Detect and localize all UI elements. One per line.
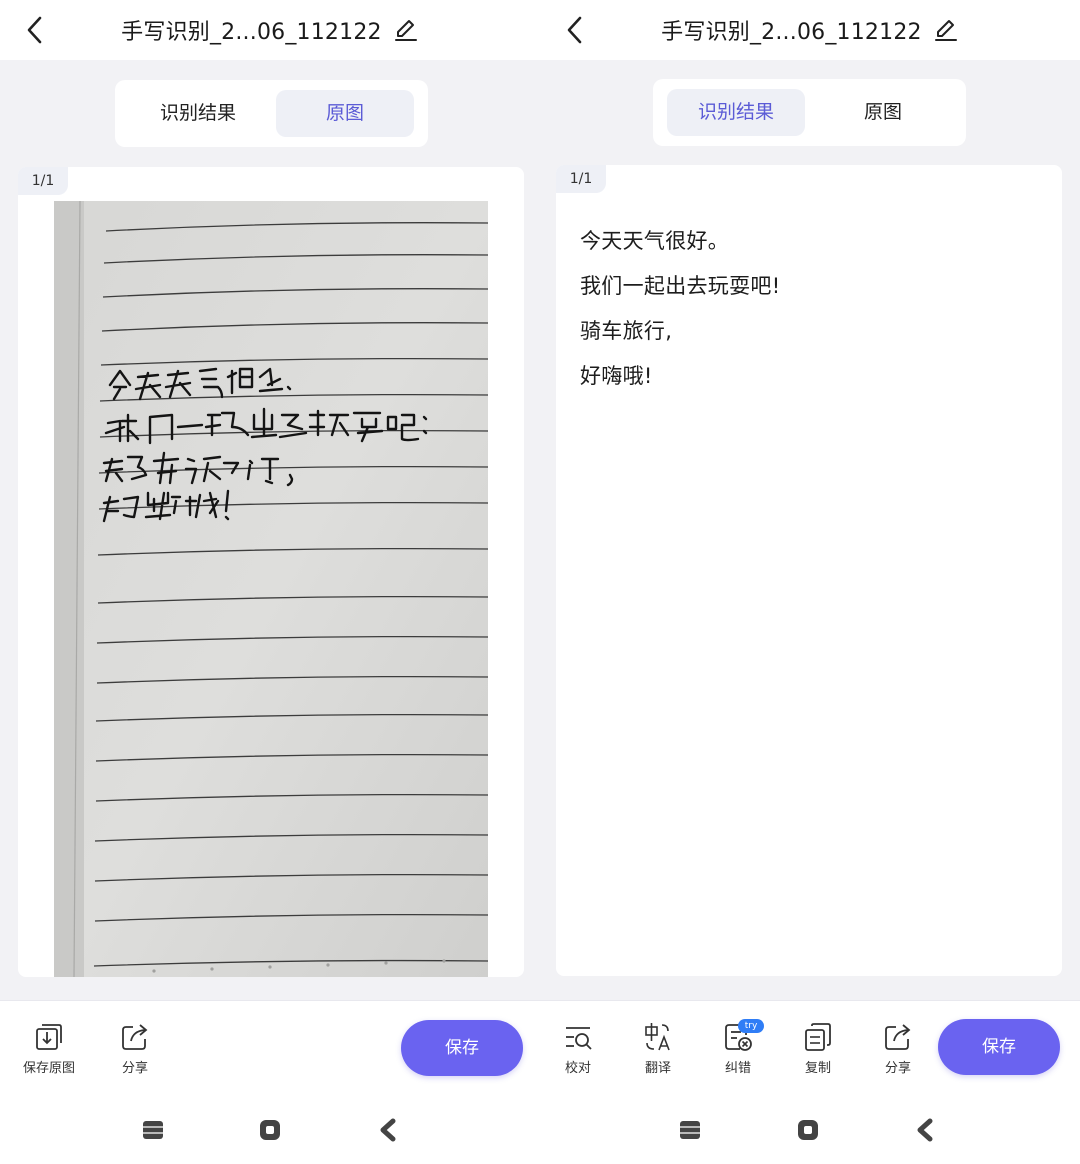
- proofread-label: 校对: [564, 1061, 591, 1076]
- nav-home-icon[interactable]: [796, 1118, 820, 1142]
- share-button[interactable]: 分享: [858, 1021, 938, 1081]
- recognized-line: 好嗨哦!: [580, 364, 653, 388]
- tab-recognition-result[interactable]: 识别结果: [129, 90, 267, 137]
- recognized-text[interactable]: 今天天气很好。 我们一起出去玩耍吧! 骑车旅行, 好嗨哦!: [580, 219, 780, 399]
- share-icon: [885, 1024, 911, 1050]
- save-original-label: 保存原图: [22, 1061, 75, 1076]
- bottom-toolbar: 保存原图 分享 保存: [0, 1000, 540, 1092]
- original-image-screen: 手写识别_2...06_112122 识别结果 原图 1/1 保存原图 分享 保…: [0, 0, 540, 1164]
- translate-button[interactable]: 翻译: [618, 1021, 698, 1081]
- nav-back-icon[interactable]: [914, 1118, 938, 1142]
- view-toggle: 识别结果 原图: [115, 80, 428, 147]
- proofread-icon: [566, 1027, 592, 1050]
- system-nav-bar: [540, 1092, 1080, 1164]
- page-indicator: 1/1: [18, 167, 68, 195]
- top-bar: 手写识别_2...06_112122: [0, 0, 540, 60]
- nav-back-icon[interactable]: [377, 1118, 401, 1142]
- translate-label: 翻译: [644, 1061, 671, 1076]
- copy-label: 复制: [804, 1061, 831, 1076]
- copy-icon: [805, 1023, 831, 1051]
- recognition-result-screen: 手写识别_2...06_112122 识别结果 原图 1/1 今天天气很好。 我…: [540, 0, 1080, 1164]
- recognized-line: 今天天气很好。: [580, 229, 730, 253]
- edit-pencil-icon[interactable]: [933, 17, 959, 43]
- save-button[interactable]: 保存: [938, 1019, 1060, 1075]
- correct-label: 纠错: [724, 1061, 751, 1076]
- tab-original-image[interactable]: 原图: [814, 89, 952, 136]
- copy-button[interactable]: 复制: [778, 1021, 858, 1081]
- share-button[interactable]: 分享: [95, 1021, 175, 1081]
- recognized-line: 我们一起出去玩耍吧!: [580, 274, 781, 298]
- document-title: 手写识别_2...06_112122: [121, 20, 382, 45]
- save-original-icon: [36, 1024, 62, 1050]
- page-indicator: 1/1: [556, 165, 606, 193]
- tab-original-image[interactable]: 原图: [276, 90, 414, 137]
- handwritten-notebook-photo: [54, 201, 488, 977]
- nav-recents-icon[interactable]: [678, 1118, 702, 1142]
- translate-icon: [645, 1023, 670, 1051]
- result-card: 1/1 今天天气很好。 我们一起出去玩耍吧! 骑车旅行, 好嗨哦!: [556, 165, 1062, 976]
- view-toggle: 识别结果 原图: [653, 79, 966, 146]
- share-label: 分享: [121, 1061, 148, 1076]
- save-original-button[interactable]: 保存原图: [9, 1021, 89, 1081]
- save-button[interactable]: 保存: [401, 1020, 523, 1076]
- title-group: 手写识别_2...06_112122: [0, 14, 540, 48]
- nav-home-icon[interactable]: [258, 1118, 282, 1142]
- share-label: 分享: [884, 1061, 911, 1076]
- bottom-toolbar: 校对 翻译 try 纠错 复制 分享 保存: [540, 1000, 1080, 1092]
- nav-recents-icon[interactable]: [141, 1118, 165, 1142]
- tab-recognition-result[interactable]: 识别结果: [667, 89, 805, 136]
- top-bar: 手写识别_2...06_112122: [540, 0, 1080, 60]
- title-group: 手写识别_2...06_112122: [540, 14, 1080, 48]
- share-icon: [122, 1024, 148, 1050]
- image-card: 1/1: [18, 167, 524, 977]
- proofread-button[interactable]: 校对: [540, 1021, 618, 1081]
- correct-button[interactable]: try 纠错: [698, 1019, 778, 1081]
- recognized-line: 骑车旅行,: [580, 319, 673, 343]
- document-title: 手写识别_2...06_112122: [661, 20, 922, 45]
- system-nav-bar: [0, 1092, 540, 1164]
- try-badge: try: [738, 1019, 764, 1033]
- edit-pencil-icon[interactable]: [393, 17, 419, 43]
